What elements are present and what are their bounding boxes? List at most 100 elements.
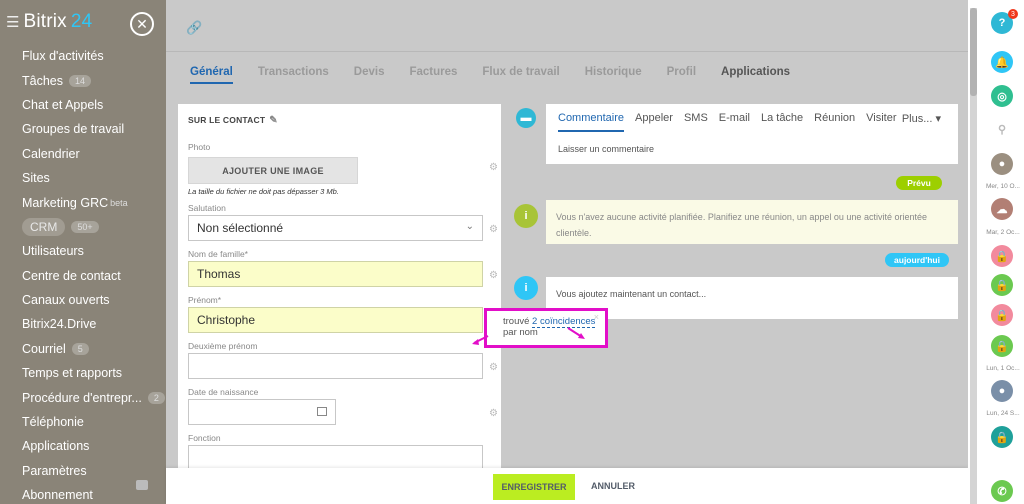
menu-icon[interactable]: ☰ (6, 13, 19, 31)
close-icon[interactable]: ✕ (130, 12, 154, 36)
tab-commentaire[interactable]: Commentaire (558, 112, 625, 132)
sidebar-item-chat[interactable]: Chat et Appels (0, 93, 166, 117)
contact-form-card: SUR LE CONTACT ✎ Photo AJOUTER UNE IMAGE … (178, 104, 501, 471)
top-bar: 🔗 (166, 0, 968, 52)
phone-icon[interactable]: ✆ (991, 480, 1013, 502)
file-size-note: La taille du fichier ne doit pas dépasse… (188, 187, 339, 196)
sidebar-menu: Flux d'activités Tâches 14 Chat et Appels… (0, 44, 166, 504)
sidebar-item-sites[interactable]: Sites (0, 166, 166, 190)
date-label: Lun, 1 Oc... (986, 365, 1020, 372)
sidebar-item-applications[interactable]: Applications (0, 434, 166, 458)
function-label: Fonction (188, 433, 221, 443)
lock-icon[interactable]: 🔒 (991, 274, 1013, 296)
tab-devis[interactable]: Devis (354, 66, 385, 84)
chat-icon[interactable]: ◎ (991, 85, 1013, 107)
gear-icon[interactable]: ⚙ (489, 270, 498, 281)
sidebar-item-flux[interactable]: Flux d'activités (0, 44, 166, 68)
salutation-label: Salutation (188, 203, 226, 213)
more-menu[interactable]: Plus... ▾ (902, 112, 941, 125)
gear-icon[interactable]: ⚙ (489, 362, 498, 373)
sidebar-item-calendrier[interactable]: Calendrier (0, 142, 166, 166)
today-pill: aujourd'hui (885, 253, 949, 267)
tab-factures[interactable]: Factures (409, 66, 457, 84)
scrollbar-thumb[interactable] (970, 8, 977, 96)
section-title: SUR LE CONTACT ✎ (188, 115, 278, 126)
sidebar-item-courriel[interactable]: Courriel 5 (0, 337, 166, 361)
tab-email[interactable]: E-mail (719, 112, 750, 132)
calendar-icon[interactable] (317, 407, 327, 416)
sidebar-item-canaux[interactable]: Canaux ouverts (0, 288, 166, 312)
tab-profil[interactable]: Profil (667, 66, 696, 84)
lastname-label: Nom de famille* (188, 249, 248, 259)
lock-icon[interactable]: 🔒 (991, 335, 1013, 357)
comment-icon: ▬ (516, 108, 536, 128)
duplicates-tooltip: × trouvé 2 coïncidences par nom (484, 308, 608, 348)
gear-icon[interactable]: ⚙ (489, 162, 498, 173)
sidebar-item-telephonie[interactable]: Téléphonie (0, 410, 166, 434)
birthdate-label: Date de naissance (188, 387, 259, 397)
arrow-icon (567, 327, 585, 339)
sidebar-item-taches[interactable]: Tâches 14 (0, 68, 166, 92)
left-sidebar: ☰ Bitrix 24 ✕ Flux d'activités Tâches 14 C… (0, 0, 166, 504)
avatar[interactable]: ☁ (991, 198, 1013, 220)
lastname-input[interactable]: Thomas (188, 261, 483, 287)
tab-tache[interactable]: La tâche (761, 112, 803, 132)
lock-icon[interactable]: 🔒 (991, 245, 1013, 267)
info-icon: i (514, 276, 538, 300)
activity-composer: Commentaire Appeler SMS E-mail La tâche … (546, 104, 958, 164)
paperclip-icon[interactable]: 🔗 (186, 20, 202, 36)
tab-reunion[interactable]: Réunion (814, 112, 855, 132)
lock-icon[interactable]: 🔒 (991, 426, 1013, 448)
tab-historique[interactable]: Historique (585, 66, 642, 84)
tab-sms[interactable]: SMS (684, 112, 708, 132)
notification-badge: 3 (1008, 9, 1018, 19)
cancel-button[interactable]: ANNULER (591, 481, 635, 491)
sidebar-item-crm[interactable]: CRM 50+ (0, 215, 166, 239)
middlename-input[interactable] (188, 353, 483, 379)
bell-icon[interactable]: 🔔 (991, 51, 1013, 73)
planned-pill: Prévu (896, 176, 942, 190)
sidebar-item-temps[interactable]: Temps et rapports (0, 361, 166, 385)
add-image-button[interactable]: AJOUTER UNE IMAGE (188, 157, 358, 184)
printer-icon[interactable] (136, 480, 148, 490)
sidebar-item-centre-contact[interactable]: Centre de contact (0, 264, 166, 288)
close-icon[interactable]: × (594, 312, 599, 322)
arrow-icon (472, 335, 489, 345)
count-badge: 5 (71, 342, 89, 355)
search-icon[interactable]: ⚲ (991, 118, 1013, 140)
comment-input[interactable]: Laisser un commentaire (558, 144, 654, 154)
lock-icon[interactable]: 🔒 (991, 304, 1013, 326)
sidebar-item-procedure[interactable]: Procédure d'entrepr... 2 (0, 385, 166, 409)
gear-icon[interactable]: ⚙ (489, 408, 498, 419)
save-button[interactable]: ENREGISTRER (493, 474, 575, 500)
tab-appeler[interactable]: Appeler (635, 112, 673, 132)
avatar[interactable]: ● (991, 380, 1013, 402)
tab-applications[interactable]: Applications (721, 66, 790, 84)
date-label: Mar, 2 Oc... (986, 229, 1020, 236)
middlename-label: Deuxième prénom (188, 341, 258, 351)
count-badge: 2 (147, 391, 165, 404)
chevron-down-icon: ⌄ (465, 221, 474, 232)
sidebar-item-marketing[interactable]: Marketing GRC beta (0, 190, 166, 214)
sidebar-item-groupes[interactable]: Groupes de travail (0, 117, 166, 141)
entity-tabs: Général Transactions Devis Factures Flux… (190, 66, 815, 84)
tab-flux-travail[interactable]: Flux de travail (482, 66, 559, 84)
birthdate-input[interactable] (188, 399, 336, 425)
sidebar-item-utilisateurs[interactable]: Utilisateurs (0, 239, 166, 263)
photo-label: Photo (188, 142, 211, 152)
tab-visiter[interactable]: Visiter (866, 112, 896, 132)
avatar[interactable]: ● (991, 153, 1013, 175)
date-label: Mer, 10 O... (986, 183, 1020, 190)
beta-label: beta (110, 197, 128, 208)
bottom-action-bar: ENREGISTRER ANNULER (166, 468, 968, 504)
salutation-select[interactable]: Non sélectionné ⌄ (188, 215, 483, 241)
count-badge: 50+ (71, 220, 99, 233)
gear-icon[interactable]: ⚙ (489, 224, 498, 235)
logo[interactable]: Bitrix 24 (23, 11, 92, 33)
sidebar-item-drive[interactable]: Bitrix24.Drive (0, 312, 166, 336)
tab-general[interactable]: Général (190, 66, 233, 84)
firstname-input[interactable]: Christophe (188, 307, 483, 333)
tab-transactions[interactable]: Transactions (258, 66, 329, 84)
date-label: Lun, 24 S... (986, 410, 1020, 417)
pencil-icon[interactable]: ✎ (269, 115, 278, 126)
